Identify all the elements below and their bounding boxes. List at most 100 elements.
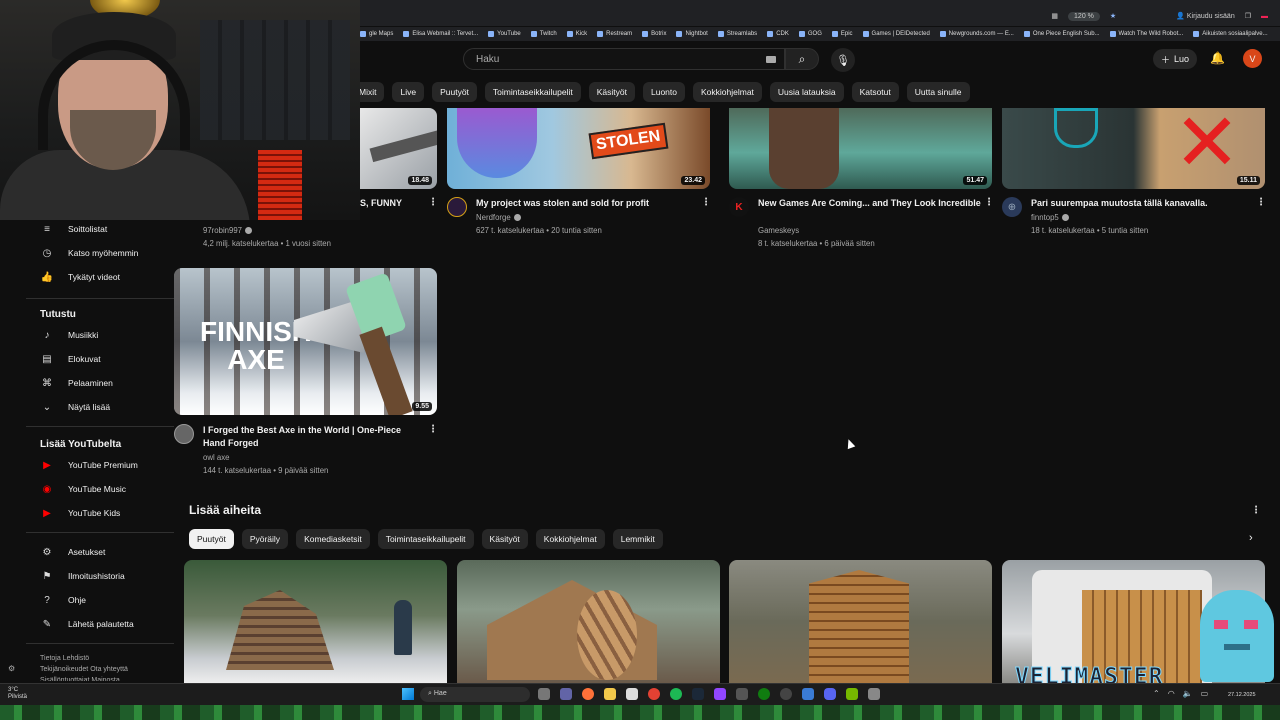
filter-chip[interactable]: Kokkiohjelmat [693,82,762,102]
close-icon[interactable]: ▬ [1261,13,1268,20]
topic-chip[interactable]: Lemmikit [612,529,663,549]
taskbar-date[interactable]: 27.12.2025 [1228,692,1256,698]
discord-icon[interactable] [824,688,836,700]
filter-chip[interactable]: Live [392,82,425,102]
search-input[interactable]: Haku [463,48,785,70]
sidebar-item-music-app[interactable]: ◉ YouTube Music [40,480,126,498]
bookmark-item[interactable]: Streamlabs [717,31,757,37]
task-view-icon[interactable] [538,688,550,700]
filter-chip[interactable]: Uusia latauksia [769,82,844,102]
store-icon[interactable] [626,688,638,700]
battery-icon[interactable]: ▭ [1201,689,1209,698]
topic-chip[interactable]: Pyöräily [241,529,289,549]
chevron-up-icon[interactable]: ⌃ [1153,689,1160,698]
video-thumbnail[interactable] [729,560,992,683]
video-thumbnail[interactable] [457,560,720,683]
chrome-icon[interactable] [648,688,660,700]
signin-button[interactable]: 👤 Kirjaudu sisään [1176,12,1235,20]
browser-menu-icon[interactable]: ▦ [1051,12,1058,20]
sidebar-item-settings[interactable]: ⚙ Asetukset [40,543,106,561]
bookmark-item[interactable]: Games | DEIDetected [862,31,930,37]
bookmark-item[interactable]: Watch The Wild Robot... [1109,31,1183,37]
filter-chip[interactable]: Luonto [643,82,685,102]
sidebar-item-help[interactable]: ? Ohje [40,591,86,609]
topic-chip[interactable]: Kokkiohjelmat [535,529,605,549]
bookmark-item[interactable]: Kick [566,31,587,37]
app-icon[interactable] [802,688,814,700]
bookmark-item[interactable]: One Piece English Sub... [1023,31,1100,37]
video-thumbnail[interactable]: 51.47 [729,108,992,189]
more-options-icon[interactable]: ⋮ [428,197,438,208]
weather-widget[interactable]: 3°C Pilvistä [8,687,27,701]
obs-icon[interactable] [780,688,792,700]
video-channel[interactable]: 97robin997 [203,224,253,237]
bookmark-item[interactable]: Aikuisten sosiaalipalve... [1193,31,1268,37]
channel-avatar[interactable]: K [729,197,749,217]
video-channel[interactable]: Gameskeys [758,224,799,237]
sidebar-item-feedback[interactable]: ✎ Lähetä palautetta [40,615,134,633]
bookmark-item[interactable]: YouTube [488,31,521,37]
filter-chip[interactable]: Uutta sinulle [906,82,970,102]
chevron-right-icon[interactable]: › [1249,532,1253,544]
footer-line[interactable]: Tietoja Lehdistö [40,653,170,664]
account-avatar[interactable]: V [1243,49,1262,68]
channel-avatar[interactable] [174,424,194,444]
voice-search-button[interactable]: 🎙 [831,48,855,72]
video-channel[interactable]: finntop5 [1031,211,1069,224]
create-button[interactable]: ＋ Luo [1153,49,1197,69]
zoom-indicator[interactable]: 120 % [1068,11,1100,21]
notifications-bell-icon[interactable]: 🔔 [1210,51,1225,65]
sidebar-item-liked[interactable]: 👍 Tykätyt videot [40,268,120,286]
sidebar-item-playlists[interactable]: ≡ Soittolistat [40,220,107,238]
footer-line[interactable]: Tekijänoikeudet Ota yhteyttä [40,664,170,675]
wifi-icon[interactable]: ◠ [1168,689,1175,698]
file-explorer-icon[interactable] [604,688,616,700]
sidebar-item-show-more[interactable]: ⌄ Näytä lisää [40,398,110,416]
topic-chip[interactable]: Käsityöt [481,529,528,549]
sidebar-item-kids[interactable]: ▶ YouTube Kids [40,504,120,522]
keyboard-icon[interactable] [766,56,776,63]
sidebar-item-watch-later[interactable]: ◷ Katso myöhemmin [40,244,139,262]
app-icon[interactable] [868,688,880,700]
video-channel[interactable]: owl axe [203,451,229,464]
video-title[interactable]: Pari suurempaa muutosta tällä kanavalla. [1031,197,1256,210]
teams-icon[interactable] [560,688,572,700]
search-button[interactable]: ⌕ [785,48,819,70]
bookmark-item[interactable]: Twitch [530,31,557,37]
video-thumbnail[interactable]: FINNISH AXE 9.55 [174,268,437,415]
bookmark-item[interactable]: Epic [831,31,853,37]
topic-chip[interactable]: Toimintaseikkailupelit [377,529,474,549]
video-title[interactable]: My project was stolen and sold for profi… [476,197,701,210]
bookmark-star-icon[interactable]: ★ [1110,12,1116,20]
firefox-icon[interactable] [582,688,594,700]
xbox-icon[interactable] [758,688,770,700]
spotify-icon[interactable] [670,688,682,700]
video-channel[interactable]: Nerdforge [476,211,521,224]
filter-chip[interactable]: Käsityöt [588,82,635,102]
topic-chip[interactable]: Komediasketsit [296,529,370,549]
volume-icon[interactable]: 🔈 [1183,689,1193,698]
bookmark-item[interactable]: Botrix [642,31,666,37]
video-title[interactable]: I Forged the Best Axe in the World | One… [203,424,423,450]
footer-line[interactable]: Sisällöntuottajat Mainosta [40,675,170,681]
sidebar-item-report-history[interactable]: ⚑ Ilmoitushistoria [40,567,125,585]
video-thumbnail[interactable] [184,560,447,683]
taskbar-search-input[interactable]: ⌕ Hae [420,687,530,702]
twitch-icon[interactable] [714,688,726,700]
sidebar-item-music[interactable]: ♪ Musiikki [40,326,99,344]
video-thumbnail[interactable]: 18.48 [360,108,437,189]
topic-chip[interactable]: Puutyöt [189,529,234,549]
more-options-icon[interactable]: ⋮ [1256,197,1266,208]
bookmark-item[interactable]: GOG [798,31,822,37]
bookmark-item[interactable]: Newgrounds.com — E... [939,31,1014,37]
bookmark-item[interactable]: gle Maps [360,31,393,37]
more-options-icon[interactable]: ⋮ [984,197,994,208]
nvidia-icon[interactable] [846,688,858,700]
calculator-icon[interactable] [736,688,748,700]
bookmark-item[interactable]: Nightbot [676,31,708,37]
bookmark-item[interactable]: CDK [767,31,789,37]
video-thumbnail[interactable]: STOLEN 23.42 [447,108,710,189]
channel-avatar[interactable] [447,197,467,217]
video-title[interactable]: New Games Are Coming... and They Look In… [758,197,983,210]
video-thumbnail[interactable]: ✕ 15.11 [1002,108,1265,189]
